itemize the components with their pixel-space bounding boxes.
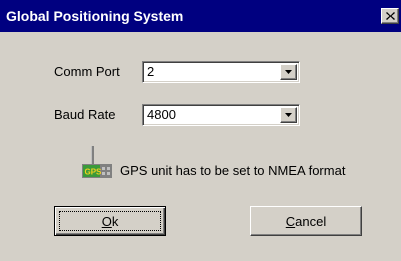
comm-port-dropdown-button[interactable] [280, 64, 297, 80]
ok-button-label: Ok [102, 214, 119, 229]
baud-rate-value: 4800 [147, 107, 176, 122]
baud-rate-dropdown-button[interactable] [280, 107, 297, 123]
gps-dialog: Global Positioning System Comm Port 2 Ba… [0, 0, 401, 261]
window-title: Global Positioning System [6, 8, 184, 24]
nmea-note: GPS unit has to be set to NMEA format [120, 163, 346, 178]
chevron-down-icon [285, 70, 292, 74]
close-button[interactable] [381, 8, 399, 24]
cancel-button[interactable]: Cancel [250, 206, 362, 236]
baud-rate-label: Baud Rate [54, 107, 116, 122]
gps-icon-text: GPS [85, 168, 103, 177]
baud-rate-select[interactable]: 4800 [142, 104, 300, 126]
gps-unit-icon: GPS [82, 146, 112, 180]
ok-label-rest: k [111, 213, 119, 229]
ok-button[interactable]: Ok [54, 206, 166, 236]
close-x-icon [385, 12, 395, 20]
title-bar[interactable]: Global Positioning System [0, 0, 401, 32]
cancel-mnemonic: C [285, 213, 296, 229]
comm-port-label: Comm Port [54, 64, 120, 79]
ok-mnemonic: O [101, 213, 112, 229]
chevron-down-icon [285, 113, 292, 117]
cancel-label-rest: ancel [295, 213, 327, 229]
comm-port-select[interactable]: 2 [142, 61, 300, 83]
cancel-button-label: Cancel [286, 214, 326, 229]
comm-port-value: 2 [147, 64, 155, 79]
